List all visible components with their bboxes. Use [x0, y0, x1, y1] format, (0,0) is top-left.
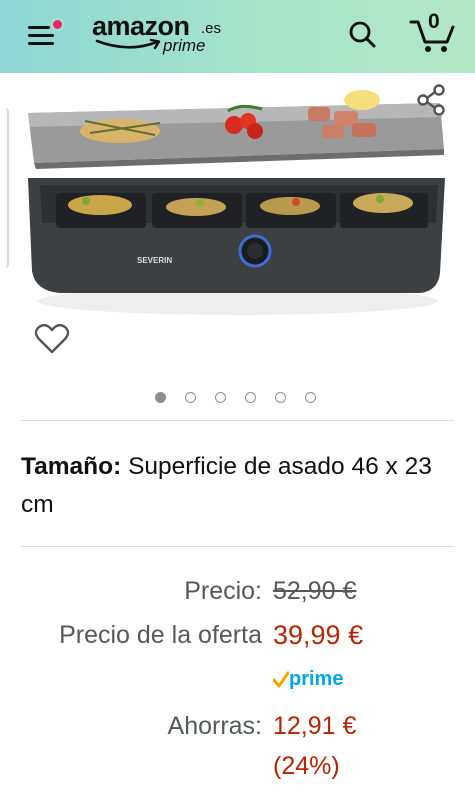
deal-price-label: Precio de la oferta	[59, 621, 262, 649]
search-icon	[349, 21, 376, 48]
prime-label: prime	[289, 668, 344, 690]
share-icon	[417, 84, 445, 116]
savings-label: Ahorras:	[167, 712, 262, 740]
wishlist-button[interactable]	[33, 320, 71, 358]
image-scroll-edge	[0, 108, 9, 268]
savings-percent: (24%)	[273, 752, 340, 780]
prime-badge: prime	[273, 668, 363, 694]
menu-button[interactable]	[22, 18, 64, 54]
list-price-label: Precio:	[184, 577, 262, 605]
product-image[interactable]: SEVERIN	[0, 73, 475, 345]
share-button[interactable]	[414, 82, 450, 118]
heart-icon	[34, 323, 70, 354]
carousel-dot-3[interactable]	[215, 392, 226, 403]
list-price: 52,90 €	[273, 577, 357, 605]
notification-dot	[51, 18, 64, 31]
size-label: Tamaño:	[21, 453, 122, 480]
savings-amount: 12,91 €	[273, 712, 357, 740]
carousel-dot-4[interactable]	[245, 392, 256, 403]
divider-middle	[21, 546, 454, 547]
top-navigation-bar: amazon .es prime 0	[0, 0, 475, 73]
cart-count: 0	[428, 10, 440, 33]
logo-prime-text: prime	[163, 36, 206, 55]
amazon-prime-logo[interactable]: amazon .es prime	[92, 11, 222, 61]
raclette-grill-image: SEVERIN	[28, 90, 445, 315]
image-carousel-indicator	[155, 392, 335, 408]
carousel-dot-1[interactable]	[155, 392, 166, 403]
prime-check-icon	[273, 671, 289, 688]
carousel-dot-2[interactable]	[185, 392, 196, 403]
deal-price: 39,99 €	[273, 620, 364, 650]
carousel-dot-5[interactable]	[275, 392, 286, 403]
cart-button[interactable]: 0	[408, 10, 458, 54]
device-brand-label: SEVERIN	[137, 256, 172, 265]
logo-tld: .es	[201, 20, 222, 37]
logo-smile-icon	[95, 38, 161, 50]
search-button[interactable]	[345, 17, 381, 53]
divider-top	[21, 420, 454, 421]
size-selector[interactable]: Tamaño: Superficie de asado 46 x 23 cm	[21, 448, 461, 524]
carousel-dot-6[interactable]	[305, 392, 316, 403]
